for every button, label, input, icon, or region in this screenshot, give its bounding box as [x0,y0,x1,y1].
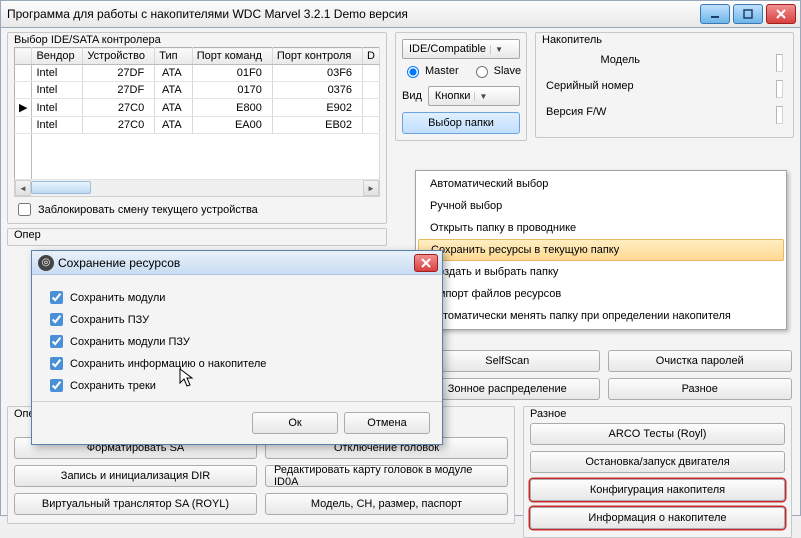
save-rom-checkbox[interactable]: Сохранить ПЗУ [46,310,428,329]
serial-field[interactable] [776,80,783,98]
menu-auto-change-folder[interactable]: Автоматически менять папку при определен… [416,305,786,327]
scroll-thumb[interactable] [31,181,91,194]
menu-open-explorer[interactable]: Открыть папку в проводнике [416,217,786,239]
view-label: Вид [402,90,422,102]
minimize-button[interactable] [700,4,730,24]
clear-passwords-button[interactable]: Очистка паролей [608,350,793,372]
model-label: Модель [545,53,641,67]
controller-group: Выбор IDE/SATA контролера Вендор Устройс… [7,32,387,224]
drive-info-button[interactable]: Информация о накопителе [530,507,785,529]
edit-head-map-button[interactable]: Редактировать карту головок в модуле ID0… [265,465,508,487]
close-button[interactable] [766,4,796,24]
oper-group-top: Опер [7,228,387,246]
save-drive-info-checkbox[interactable]: Сохранить информацию о накопителе [46,354,428,373]
menu-save-resources[interactable]: Сохранить ресурсы в текущую папку [418,239,784,261]
firmware-field[interactable] [776,106,783,124]
table-row[interactable]: ▶Intel27C0ATAE800E902 [15,99,380,117]
drive-config-button[interactable]: Конфигурация накопителя [530,479,785,501]
col-d[interactable]: D [363,48,380,65]
virtual-translator-button[interactable]: Виртуальный транслятор SA (ROYL) [14,493,257,515]
model-field[interactable] [776,54,783,72]
drive-info-title: Накопитель [542,34,787,46]
folder-menu: Автоматический выбор Ручной выбор Открыт… [415,170,787,330]
scroll-left-icon[interactable]: ◄ [15,180,31,196]
misc-group-title: Разное [530,408,785,420]
col-cmdport[interactable]: Порт команд [192,48,272,65]
view-select[interactable]: Кнопки▼ [428,86,520,106]
ide-mode-select[interactable]: IDE/Compatible▼ [402,39,520,59]
master-radio[interactable]: Master [402,63,459,78]
col-vendor[interactable]: Вендор [32,48,83,65]
table-row[interactable]: Intel27DFATA01F003F6 [15,65,380,82]
save-rom-modules-checkbox[interactable]: Сохранить модули ПЗУ [46,332,428,351]
save-tracks-checkbox[interactable]: Сохранить треки [46,376,428,395]
chevron-down-icon: ▼ [474,92,488,101]
misc-button[interactable]: Разное [608,378,793,400]
drive-icon: ◎ [38,255,54,271]
write-init-dir-button[interactable]: Запись и инициализация DIR [14,465,257,487]
misc-group: Разное ARCO Тесты (Royl) Остановка/запус… [523,406,792,538]
save-resources-dialog: ◎ Сохранение ресурсов Сохранить модули С… [31,250,443,445]
menu-create-select-folder[interactable]: Создать и выбрать папку [416,261,786,283]
menu-import-resources[interactable]: Импорт файлов ресурсов [416,283,786,305]
table-row[interactable]: Intel27DFATA01700376 [15,82,380,99]
controller-group-title: Выбор IDE/SATA контролера [14,34,380,46]
firmware-label: Версия F/W [545,105,607,119]
table-row[interactable]: Intel27C0ATAEA00EB02 [15,117,380,134]
menu-auto-select[interactable]: Автоматический выбор [416,173,786,195]
main-title: Программа для работы с накопителями WDC … [7,7,700,21]
drive-info-group: Накопитель Модель Серийный номер Версия … [535,32,794,138]
dialog-close-button[interactable] [414,254,438,272]
arco-tests-button[interactable]: ARCO Тесты (Royl) [530,423,785,445]
scroll-right-icon[interactable]: ► [363,180,379,196]
model-ch-button[interactable]: Модель, CH, размер, паспорт [265,493,508,515]
chevron-down-icon: ▼ [490,45,504,54]
col-device[interactable]: Устройство [83,48,155,65]
cancel-button[interactable]: Отмена [344,412,430,434]
spindle-control-button[interactable]: Остановка/запуск двигателя [530,451,785,473]
col-type[interactable]: Тип [155,48,193,65]
lock-device-checkbox[interactable]: Заблокировать смену текущего устройства [14,200,380,219]
col-ctrlport[interactable]: Порт контроля [272,48,362,65]
save-modules-checkbox[interactable]: Сохранить модули [46,288,428,307]
ok-button[interactable]: Ок [252,412,338,434]
main-titlebar: Программа для работы с накопителями WDC … [0,0,801,28]
controller-table[interactable]: Вендор Устройство Тип Порт команд Порт к… [14,47,380,180]
slave-radio[interactable]: Slave [471,63,522,78]
maximize-button[interactable] [733,4,763,24]
dialog-title: Сохранение ресурсов [58,256,414,270]
choose-folder-button[interactable]: Выбор папки [402,112,520,134]
menu-manual-select[interactable]: Ручной выбор [416,195,786,217]
serial-label: Серийный номер [545,79,635,93]
table-hscroll[interactable]: ◄ ► [14,180,380,197]
mode-group: IDE/Compatible▼ Master Slave Вид Кнопки▼… [395,32,527,141]
window-controls [700,4,796,24]
